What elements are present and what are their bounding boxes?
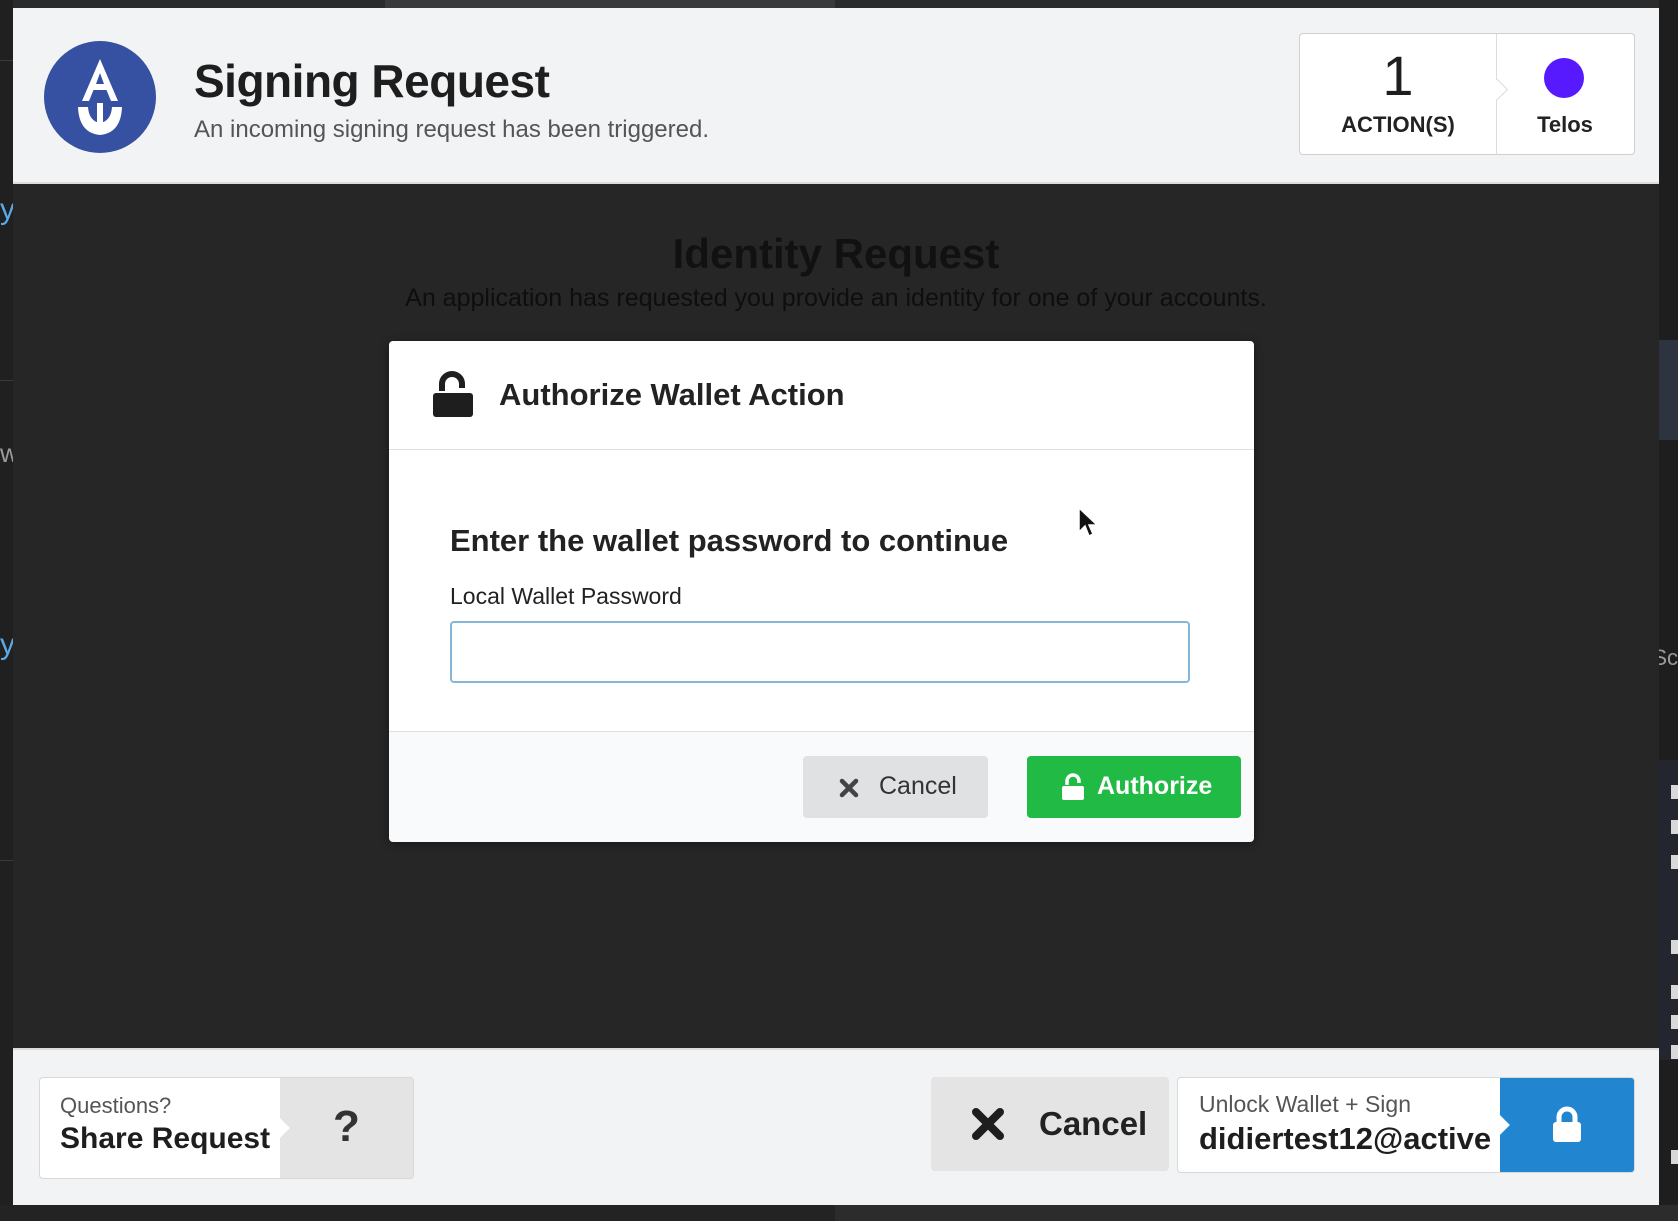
authorize-button[interactable]: Authorize bbox=[1027, 756, 1241, 818]
question-mark-icon: ? bbox=[333, 1102, 360, 1151]
background-tick bbox=[1671, 820, 1678, 834]
cancel-request-label: Cancel bbox=[1039, 1105, 1148, 1142]
signing-request-footer: Questions? Share Request ? Cancel Unlock… bbox=[13, 1048, 1659, 1205]
password-field-label: Local Wallet Password bbox=[450, 583, 682, 609]
background-tick bbox=[1671, 940, 1678, 954]
anchor-logo-icon bbox=[44, 41, 156, 153]
signing-account: didiertest12@active bbox=[1199, 1121, 1492, 1156]
page-subtitle: An incoming signing request has been tri… bbox=[194, 116, 709, 143]
modal-title: Authorize Wallet Action bbox=[499, 377, 845, 412]
unlock-sign-label: Unlock Wallet + Sign bbox=[1199, 1091, 1411, 1117]
help-icon-area[interactable]: ? bbox=[280, 1078, 413, 1178]
background-tick bbox=[1671, 1045, 1678, 1059]
sign-lock-area[interactable] bbox=[1500, 1078, 1634, 1172]
modal-prompt: Enter the wallet password to continue bbox=[450, 523, 1009, 558]
authorize-label: Authorize bbox=[1097, 772, 1213, 800]
signing-request-header: Signing Request An incoming signing requ… bbox=[13, 8, 1659, 184]
modal-cancel-button[interactable]: Cancel bbox=[803, 756, 988, 818]
cancel-request-button[interactable]: Cancel bbox=[931, 1077, 1169, 1171]
background-tick bbox=[1671, 1015, 1678, 1029]
close-icon bbox=[972, 1108, 1004, 1140]
background-tick bbox=[1671, 985, 1678, 999]
share-request-button[interactable]: Questions? Share Request ? bbox=[39, 1077, 414, 1179]
background-app-panel bbox=[835, 1205, 1678, 1221]
background-divider bbox=[0, 380, 13, 381]
background-divider bbox=[0, 860, 13, 861]
action-count: 1 bbox=[1382, 44, 1414, 107]
background-divider bbox=[0, 60, 13, 61]
mouse-cursor-icon bbox=[1078, 506, 1099, 538]
action-count-section: 1 ACTION(S) bbox=[1300, 34, 1497, 154]
background-app-right: Sc bbox=[1652, 0, 1678, 1221]
close-icon bbox=[839, 778, 859, 798]
chain-name: Telos bbox=[1537, 112, 1593, 137]
action-count-label: ACTION(S) bbox=[1341, 112, 1455, 137]
authorize-wallet-modal: Authorize Wallet Action Enter the wallet… bbox=[389, 341, 1254, 842]
modal-actions: Cancel Authorize bbox=[389, 731, 1254, 842]
lock-icon bbox=[1553, 1106, 1581, 1142]
background-tick bbox=[1671, 785, 1678, 799]
request-type-title: Identity Request bbox=[672, 230, 1000, 277]
modal-cancel-label: Cancel bbox=[879, 772, 957, 800]
background-app-left: y w y bbox=[0, 0, 19, 1221]
help-question-label: Questions? bbox=[60, 1093, 172, 1118]
password-field[interactable] bbox=[450, 621, 1190, 683]
request-summary-badge: 1 ACTION(S) Telos bbox=[1299, 33, 1635, 155]
unlock-icon bbox=[433, 371, 473, 417]
share-request-label: Share Request bbox=[60, 1122, 271, 1155]
background-panel bbox=[1659, 340, 1678, 440]
background-tick bbox=[1671, 855, 1678, 869]
request-type-description: An application has requested you provide… bbox=[405, 284, 1267, 312]
unlock-icon bbox=[1062, 773, 1084, 800]
unlock-sign-button[interactable]: Unlock Wallet + Sign didiertest12@active bbox=[1177, 1077, 1635, 1173]
modal-header: Authorize Wallet Action bbox=[389, 341, 1254, 450]
chain-logo-icon bbox=[1544, 58, 1584, 98]
background-tick bbox=[1671, 1150, 1678, 1164]
page-title: Signing Request bbox=[194, 55, 550, 107]
